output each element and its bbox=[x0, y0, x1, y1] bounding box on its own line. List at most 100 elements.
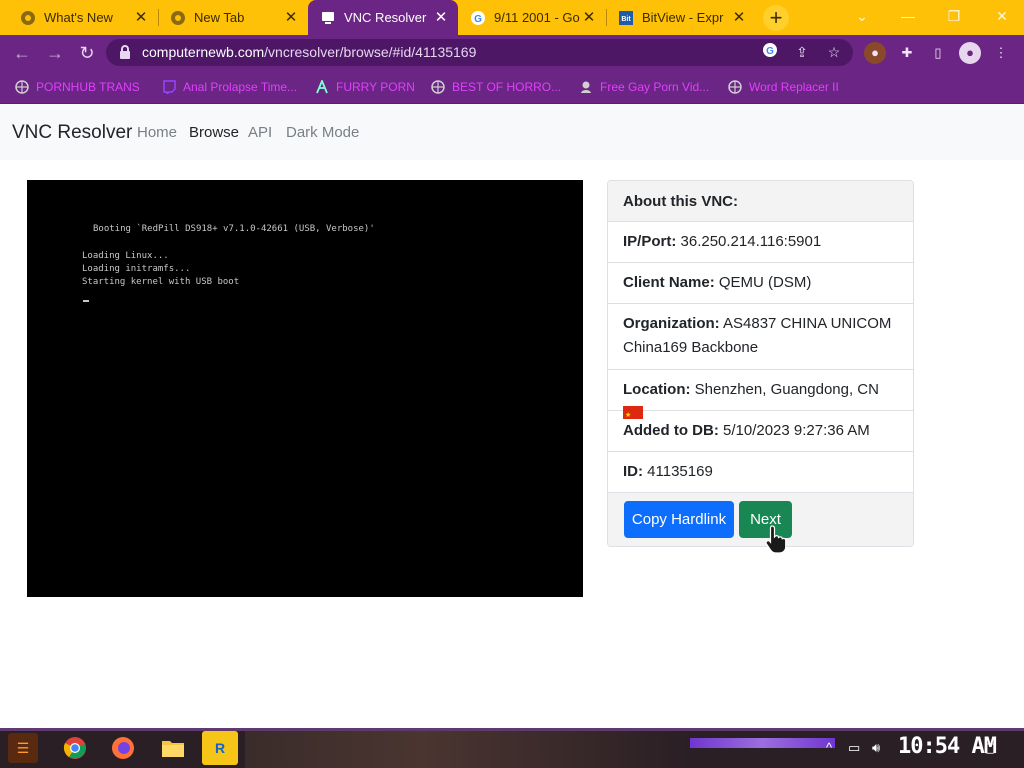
nav-api[interactable]: API bbox=[248, 124, 272, 141]
bookmark-label: BEST OF HORRO... bbox=[452, 80, 562, 94]
window-close-icon[interactable]: ✕ bbox=[992, 6, 1012, 26]
site-icon bbox=[578, 79, 594, 95]
card-header: About this VNC: bbox=[608, 181, 913, 222]
copy-hardlink-button[interactable]: Copy Hardlink bbox=[624, 501, 734, 538]
info-row-id: ID: 41135169 bbox=[608, 452, 913, 493]
vnc-screenshot: Booting `RedPill DS918+ v7.1.0-42661 (US… bbox=[27, 180, 583, 597]
tab-vnc-resolver[interactable]: VNC Resolver ✕ bbox=[308, 0, 458, 35]
bookmark-item[interactable]: Word Replacer II bbox=[727, 78, 839, 96]
bookmark-item[interactable]: Anal Prolapse Time... bbox=[161, 78, 297, 96]
close-icon[interactable]: ✕ bbox=[284, 10, 298, 25]
info-label: Organization: bbox=[623, 315, 720, 332]
url-host: computernewb.com bbox=[142, 44, 265, 60]
info-label: Added to DB: bbox=[623, 422, 719, 439]
nav-home[interactable]: Home bbox=[137, 124, 177, 141]
avatar[interactable]: ● bbox=[959, 42, 981, 64]
chrome-taskbar-icon[interactable] bbox=[60, 733, 90, 763]
site-brand[interactable]: VNC Resolver bbox=[12, 122, 132, 144]
back-arrow-icon[interactable]: ← bbox=[11, 42, 33, 64]
vnc-info-card: About this VNC: IP/Port: 36.250.214.116:… bbox=[607, 180, 914, 547]
globe-icon bbox=[727, 79, 743, 95]
bookmark-item[interactable]: BEST OF HORRO... bbox=[430, 78, 561, 96]
star-icon[interactable]: ☆ bbox=[824, 42, 844, 62]
tab-new-tab[interactable]: New Tab ✕ bbox=[158, 0, 308, 35]
tab-google-search[interactable]: G 9/11 2001 - Go ✕ bbox=[458, 0, 606, 35]
boot-line: Starting kernel with USB boot bbox=[82, 277, 240, 287]
taskbar-clock[interactable]: 10:54 AM bbox=[898, 734, 997, 759]
info-row-location: Location: Shenzhen, Guangdong, CN bbox=[608, 370, 913, 428]
volume-icon[interactable]: 🔊︎ bbox=[872, 740, 880, 756]
info-row-client: Client Name: QEMU (DSM) bbox=[608, 263, 913, 304]
tab-title: BitView - Expr bbox=[642, 10, 724, 25]
network-icon[interactable]: ▭ bbox=[848, 740, 860, 756]
close-icon[interactable]: ✕ bbox=[434, 10, 448, 25]
puzzle-icon[interactable]: ✚ bbox=[896, 42, 918, 64]
restore-icon[interactable]: ❐ bbox=[944, 6, 964, 26]
chrome-icon bbox=[20, 10, 36, 26]
svg-text:G: G bbox=[766, 46, 774, 57]
nav-browse[interactable]: Browse bbox=[189, 124, 239, 141]
menu-dots-icon[interactable]: ⋮ bbox=[990, 42, 1012, 64]
reload-icon[interactable]: ↻ bbox=[76, 42, 98, 64]
globe-icon bbox=[430, 79, 446, 95]
folder-taskbar-icon[interactable] bbox=[158, 733, 188, 763]
bookmark-item[interactable]: Free Gay Porn Vid... bbox=[578, 78, 709, 96]
minimize-icon[interactable]: — bbox=[898, 6, 918, 26]
added-date-value: 5/10/2023 9:27:36 AM bbox=[723, 422, 870, 439]
tab-title: New Tab bbox=[194, 10, 245, 25]
client-name-value: QEMU (DSM) bbox=[718, 274, 812, 291]
boot-line: Loading initramfs... bbox=[82, 264, 191, 274]
boot-line: Loading Linux... bbox=[82, 251, 169, 261]
app-taskbar-icon[interactable]: R bbox=[202, 731, 238, 765]
info-label: Client Name: bbox=[623, 274, 715, 291]
organization-value-cont: China169 Backbone bbox=[623, 339, 759, 356]
tab-title: 9/11 2001 - Go bbox=[494, 10, 580, 25]
side-panel-icon[interactable]: ▯ bbox=[927, 42, 949, 64]
ip-port-value: 36.250.214.116:5901 bbox=[680, 233, 822, 250]
bookmark-item[interactable]: PORNHUB TRANS bbox=[14, 78, 140, 96]
firefox-taskbar-icon[interactable] bbox=[108, 733, 138, 763]
share-icon[interactable]: ⇪ bbox=[792, 42, 812, 62]
organization-value: AS4837 CHINA UNICOM bbox=[723, 315, 892, 332]
location-value: Shenzhen, Guangdong, CN bbox=[694, 381, 879, 398]
chrome-icon bbox=[170, 10, 186, 26]
text-cursor bbox=[83, 300, 89, 302]
id-value: 41135169 bbox=[647, 463, 713, 480]
close-icon[interactable]: ✕ bbox=[134, 10, 148, 25]
info-row-organization: Organization: AS4837 CHINA UNICOM China1… bbox=[608, 304, 913, 370]
info-label: IP/Port: bbox=[623, 233, 677, 250]
boot-line: Booting `RedPill DS918+ v7.1.0-42661 (US… bbox=[93, 224, 375, 234]
bookmark-item[interactable]: FURRY PORN bbox=[314, 78, 415, 96]
bookmark-label: Word Replacer II bbox=[749, 80, 839, 94]
start-button[interactable]: ☰ bbox=[8, 733, 38, 763]
bookmark-label: PORNHUB TRANS bbox=[36, 80, 140, 94]
info-row-added: Added to DB: 5/10/2023 9:27:36 AM bbox=[608, 411, 913, 452]
card-footer: Copy Hardlink Next bbox=[608, 493, 913, 546]
address-bar[interactable]: computernewb.com/vncresolver/browse/#id/… bbox=[106, 39, 853, 66]
browser-toolbar: ← → ↻ computernewb.com/vncresolver/brows… bbox=[0, 35, 1024, 70]
bookmark-label: Anal Prolapse Time... bbox=[183, 80, 298, 94]
site-navbar: VNC Resolver Home Browse API Dark Mode bbox=[0, 104, 1024, 160]
profile-extension-icon[interactable]: ● bbox=[864, 42, 886, 64]
tab-search-icon[interactable]: ⌄ bbox=[852, 6, 872, 26]
bitview-icon: Bit bbox=[618, 10, 634, 26]
vnc-icon bbox=[320, 10, 336, 26]
taskbar-background-art bbox=[245, 731, 690, 768]
tab-whats-new[interactable]: What's New ✕ bbox=[8, 0, 158, 35]
hand-pointer-icon bbox=[765, 525, 787, 554]
close-icon[interactable]: ✕ bbox=[582, 10, 596, 25]
close-icon[interactable]: ✕ bbox=[732, 10, 746, 25]
svg-text:Bit: Bit bbox=[621, 16, 631, 23]
lock-icon bbox=[120, 45, 130, 59]
bookmark-label: Free Gay Porn Vid... bbox=[600, 80, 710, 94]
google-icon: G bbox=[470, 10, 486, 26]
new-tab-button[interactable]: + bbox=[763, 5, 789, 31]
chevron-up-icon[interactable]: ^ bbox=[826, 740, 832, 755]
nav-dark-mode[interactable]: Dark Mode bbox=[286, 124, 359, 141]
bookmark-label: FURRY PORN bbox=[336, 80, 415, 94]
notification-icon[interactable]: ▢ bbox=[984, 740, 996, 756]
tab-title: What's New bbox=[44, 10, 113, 25]
forward-arrow-icon[interactable]: → bbox=[44, 42, 66, 64]
google-icon[interactable]: G bbox=[760, 42, 780, 62]
tab-bitview[interactable]: Bit BitView - Expr ✕ bbox=[606, 0, 756, 35]
